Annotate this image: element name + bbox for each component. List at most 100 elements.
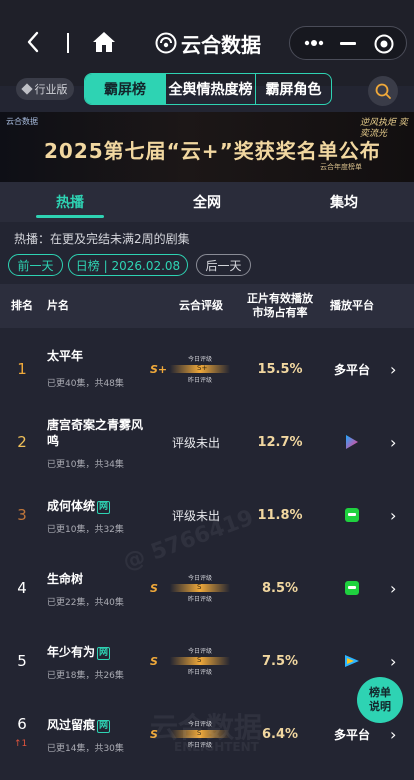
rank-change: ↑1 <box>14 739 28 749</box>
web-series-tag: 网 <box>97 501 111 514</box>
web-series-tag: 网 <box>97 647 111 660</box>
minimize-icon[interactable] <box>340 42 356 45</box>
sub-tabs: 热播 全网 集均 <box>0 182 414 222</box>
tab-dominant-screen[interactable]: 霸屏榜 <box>85 74 165 104</box>
chevron-left-icon[interactable] <box>26 31 46 55</box>
rank-number: 1 <box>17 360 27 378</box>
show-title-text: 风过留痕 <box>47 718 96 732</box>
show-title-text: 太平年 <box>47 349 84 363</box>
tab-public-opinion-heat[interactable]: 全舆情热度榜 <box>165 74 255 104</box>
date-selector: 前一天 日榜 | 2026.02.08 后一天 <box>0 254 414 276</box>
iqiyi-icon <box>345 581 359 595</box>
table-row[interactable]: 4 生命树 已更22集，共40集 S 今日评级 S 昨日评级 8.5% › <box>0 553 414 623</box>
tab-all-network[interactable]: 全网 <box>157 182 257 222</box>
market-share: 11.8% <box>257 507 303 523</box>
banner-title: 2025第七届“云+”奖获奖名单公布 <box>44 139 381 163</box>
table-row[interactable]: 2 唐宫奇案之青雾风鸣 已更10集，共34集 评级未出 12.7% › <box>0 407 414 477</box>
chevron-right-icon[interactable]: › <box>390 480 404 550</box>
yesterday-grade-label: 昨日评级 <box>187 377 212 384</box>
grade-label: S+ <box>150 362 168 376</box>
list-description: 热播：在更及完结未满2周的剧集 <box>14 232 190 246</box>
brand: 云合数据 <box>155 30 261 57</box>
today-grade-label: 今日评级 <box>187 356 212 363</box>
industry-version-button[interactable]: 行业版 <box>16 78 74 100</box>
episode-progress: 已更14集，共30集 <box>47 744 124 754</box>
previous-day-button[interactable]: 前一天 <box>8 254 63 276</box>
diamond-icon <box>20 83 33 95</box>
grade-gradient: S+ <box>170 364 230 373</box>
active-tab-underline <box>36 215 104 218</box>
table-row[interactable]: 3 成何体统网 已更10集，共32集 评级未出 11.8% › <box>0 480 414 550</box>
header-rank: 排名 <box>11 299 33 312</box>
header-grade: 云合评级 <box>179 299 223 312</box>
search-button[interactable] <box>368 76 398 106</box>
grade-gradient: S <box>170 583 230 592</box>
show-title: 年少有为网 <box>47 644 147 660</box>
grade-pending: 评级未出 <box>172 508 221 523</box>
grade-bar: 今日评级 S 昨日评级 <box>170 719 230 749</box>
rank-number: 2 <box>17 433 27 451</box>
yesterday-grade-label: 昨日评级 <box>187 596 212 603</box>
grade-label: S <box>150 581 158 595</box>
chevron-right-icon[interactable]: › <box>390 553 404 623</box>
today-grade-label: 今日评级 <box>187 575 212 582</box>
ranking-tab-row: 行业版 霸屏榜 全舆情热度榜 霸屏角色 <box>0 70 414 110</box>
table-row[interactable]: 5 年少有为网 已更18集，共26集 S 今日评级 S 昨日评级 7.5% › <box>0 626 414 696</box>
banner-subtitle: 云合年度榜单 <box>320 163 362 171</box>
brand-logo-icon <box>155 32 177 54</box>
show-title: 唐宫奇案之青雾风鸣 <box>47 417 147 449</box>
table-row[interactable]: 1 太平年 已更40集，共48集 S+ 今日评级 S+ 昨日评级 15.5% 多… <box>0 334 414 404</box>
grade-label: S <box>150 654 158 668</box>
show-title: 太平年 <box>47 348 147 364</box>
platform: 多平台 <box>333 362 370 377</box>
tab-hot-airing[interactable]: 热播 <box>20 182 120 222</box>
ranking-explanation-button[interactable]: 榜单说明 <box>357 677 403 723</box>
home-icon[interactable] <box>92 31 116 53</box>
grade-gradient: S <box>170 656 230 665</box>
market-share: 7.5% <box>261 653 299 669</box>
platform <box>322 553 382 623</box>
youku-icon <box>346 435 358 449</box>
tab-episode-average[interactable]: 集均 <box>294 182 394 222</box>
market-share: 8.5% <box>261 580 299 596</box>
grade-inner: S+ <box>197 364 208 372</box>
grade-bar: 今日评级 S 昨日评级 <box>170 573 230 603</box>
rank-number: 4 <box>17 579 27 597</box>
table-row[interactable]: 6 ↑1 风过留痕网 已更14集，共30集 S 今日评级 S 昨日评级 6.4%… <box>0 699 414 769</box>
platform <box>322 480 382 550</box>
today-grade-label: 今日评级 <box>187 648 212 655</box>
tab-hot-airing-label: 热播 <box>56 195 84 211</box>
grade-bar: 今日评级 S+ 昨日评级 <box>170 354 230 384</box>
grade-gradient: S <box>170 729 230 738</box>
award-banner[interactable]: 云合数据 2025第七届“云+”奖获奖名单公布 逆风执炬 奕奕流光 云合年度榜单 <box>0 112 414 182</box>
current-date-button[interactable]: 日榜 | 2026.02.08 <box>68 254 188 276</box>
brand-name: 云合数据 <box>181 32 261 57</box>
episode-progress: 已更40集，共48集 <box>47 379 124 389</box>
episode-progress: 已更10集，共34集 <box>47 460 124 470</box>
show-title: 成何体统网 <box>47 498 147 514</box>
search-icon <box>375 83 391 99</box>
platform <box>322 407 382 477</box>
iqiyi-icon <box>345 508 359 522</box>
market-share: 12.7% <box>257 434 303 450</box>
grade-pending: 评级未出 <box>172 435 221 450</box>
chevron-right-icon[interactable]: › <box>390 334 404 404</box>
episode-progress: 已更22集，共40集 <box>47 598 124 608</box>
header-title: 片名 <box>47 299 69 312</box>
next-day-button[interactable]: 后一天 <box>196 254 251 276</box>
web-series-tag: 网 <box>97 720 111 733</box>
table-header: 排名 片名 云合评级 正片有效播放市场占有率 播放平台 <box>0 284 414 328</box>
nav-divider <box>67 33 69 53</box>
show-title-text: 生命树 <box>47 572 84 586</box>
close-circle-icon[interactable] <box>374 34 394 54</box>
tab-dominant-role[interactable]: 霸屏角色 <box>255 74 331 104</box>
show-title-text: 年少有为 <box>47 645 96 659</box>
more-dots-icon[interactable] <box>302 36 326 50</box>
grade-inner: S <box>197 583 202 591</box>
grade-label: S <box>150 727 158 741</box>
chevron-right-icon[interactable]: › <box>390 407 404 477</box>
show-title-text: 成何体统 <box>47 499 96 513</box>
market-share: 6.4% <box>261 726 299 742</box>
show-title: 风过留痕网 <box>47 717 147 733</box>
yesterday-grade-label: 昨日评级 <box>187 742 212 749</box>
